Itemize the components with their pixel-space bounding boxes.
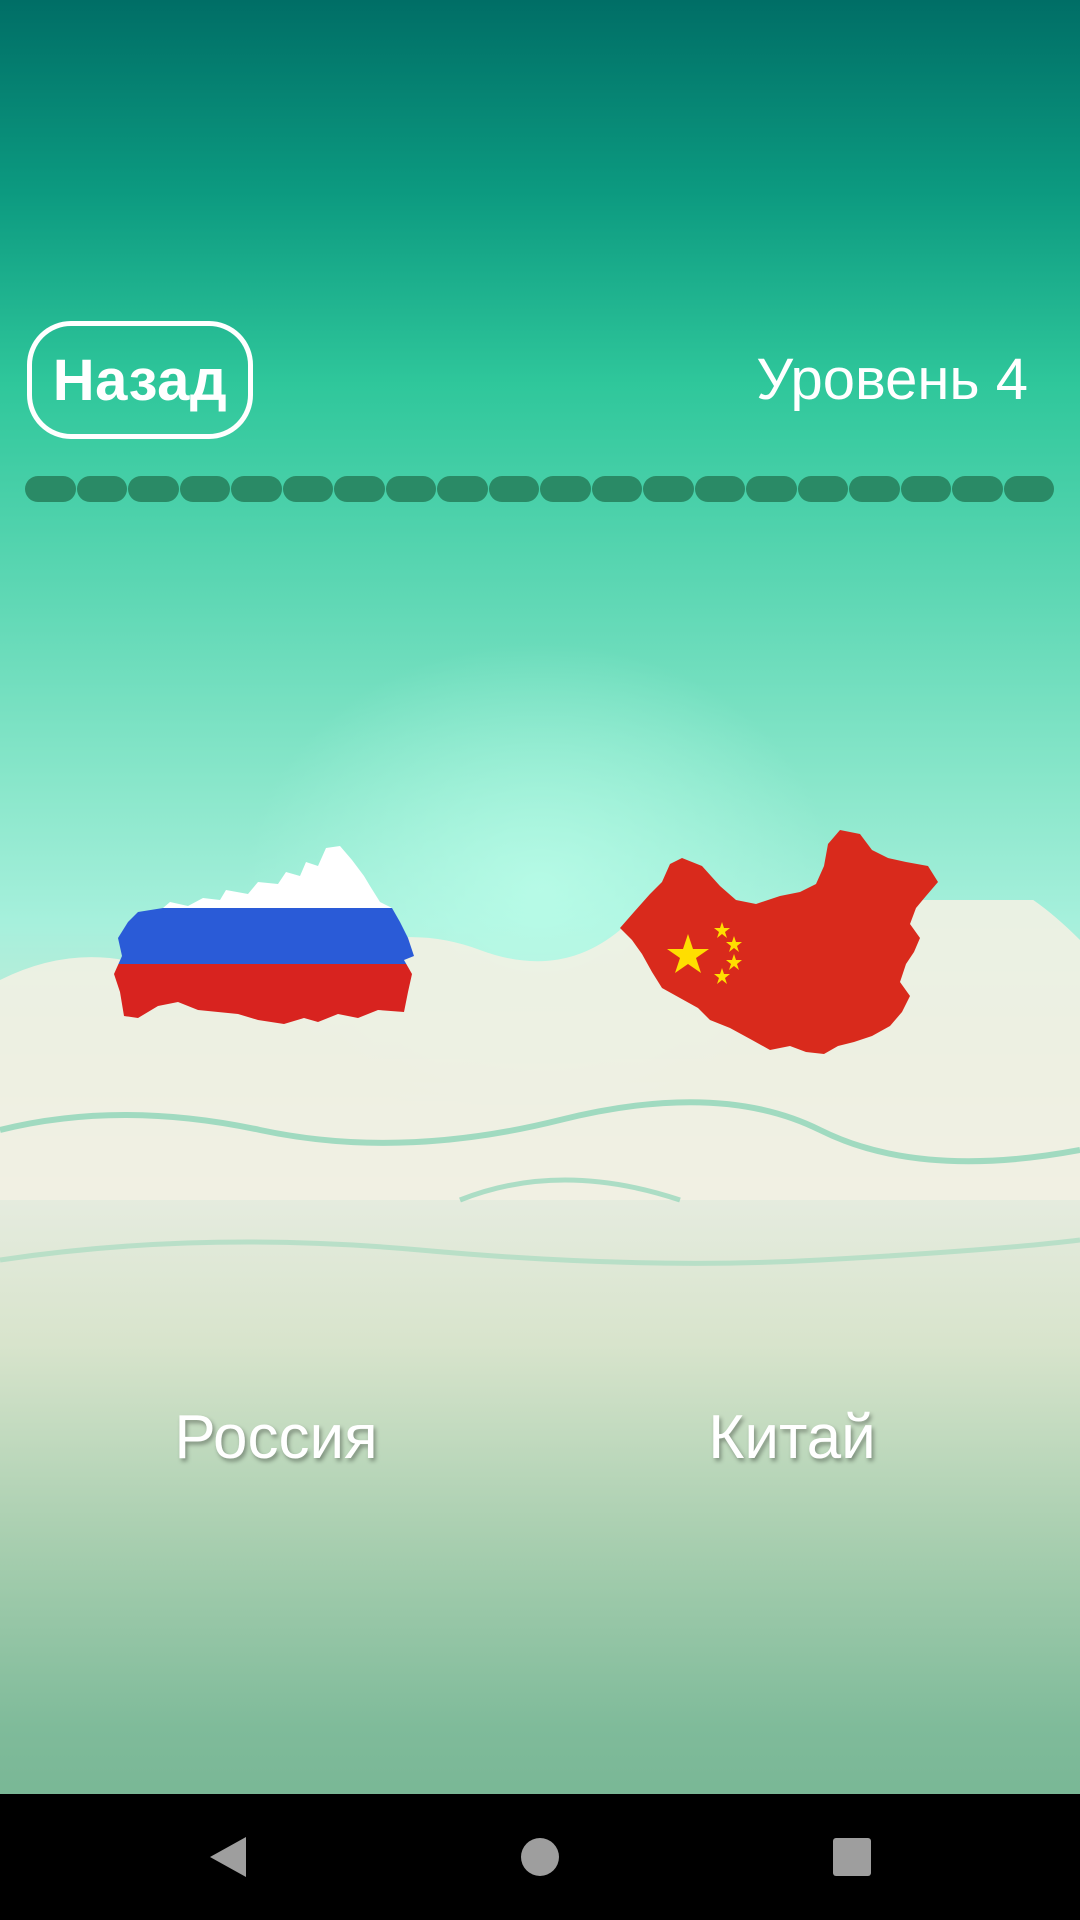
china-flag-map-icon <box>620 830 938 1054</box>
back-triangle-icon <box>210 1837 246 1877</box>
back-button[interactable]: Назад <box>27 321 253 439</box>
progress-segment <box>1003 476 1054 502</box>
progress-segment <box>746 476 797 502</box>
progress-segment <box>128 476 179 502</box>
russia-flag-map-icon <box>114 846 414 1024</box>
choice-russia[interactable] <box>108 842 426 1032</box>
nav-back-button[interactable] <box>158 1794 298 1920</box>
progress-segment <box>282 476 333 502</box>
level-progress-bar <box>25 476 1055 502</box>
progress-segment <box>385 476 436 502</box>
progress-segment <box>952 476 1003 502</box>
home-circle-icon <box>521 1838 559 1876</box>
progress-segment <box>694 476 745 502</box>
recents-square-icon <box>833 1838 871 1876</box>
system-navigation-bar <box>0 1794 1080 1920</box>
progress-segment <box>591 476 642 502</box>
progress-segment <box>540 476 591 502</box>
progress-segment <box>900 476 951 502</box>
game-screen: Назад Уровень 4 Россия Китай <box>0 0 1080 1920</box>
level-label: Уровень 4 <box>756 347 1028 412</box>
nav-recents-button[interactable] <box>782 1794 922 1920</box>
progress-segment <box>179 476 230 502</box>
progress-segment <box>849 476 900 502</box>
progress-segment <box>76 476 127 502</box>
progress-segment <box>488 476 539 502</box>
progress-segment <box>797 476 848 502</box>
nav-home-button[interactable] <box>470 1794 610 1920</box>
choice-label-russia[interactable]: Россия <box>76 1400 476 1476</box>
progress-segment <box>25 476 76 502</box>
progress-segment <box>643 476 694 502</box>
progress-segment <box>231 476 282 502</box>
choice-label-china[interactable]: Китай <box>592 1400 992 1476</box>
progress-segment <box>437 476 488 502</box>
progress-segment <box>334 476 385 502</box>
choice-china[interactable] <box>610 822 950 1072</box>
